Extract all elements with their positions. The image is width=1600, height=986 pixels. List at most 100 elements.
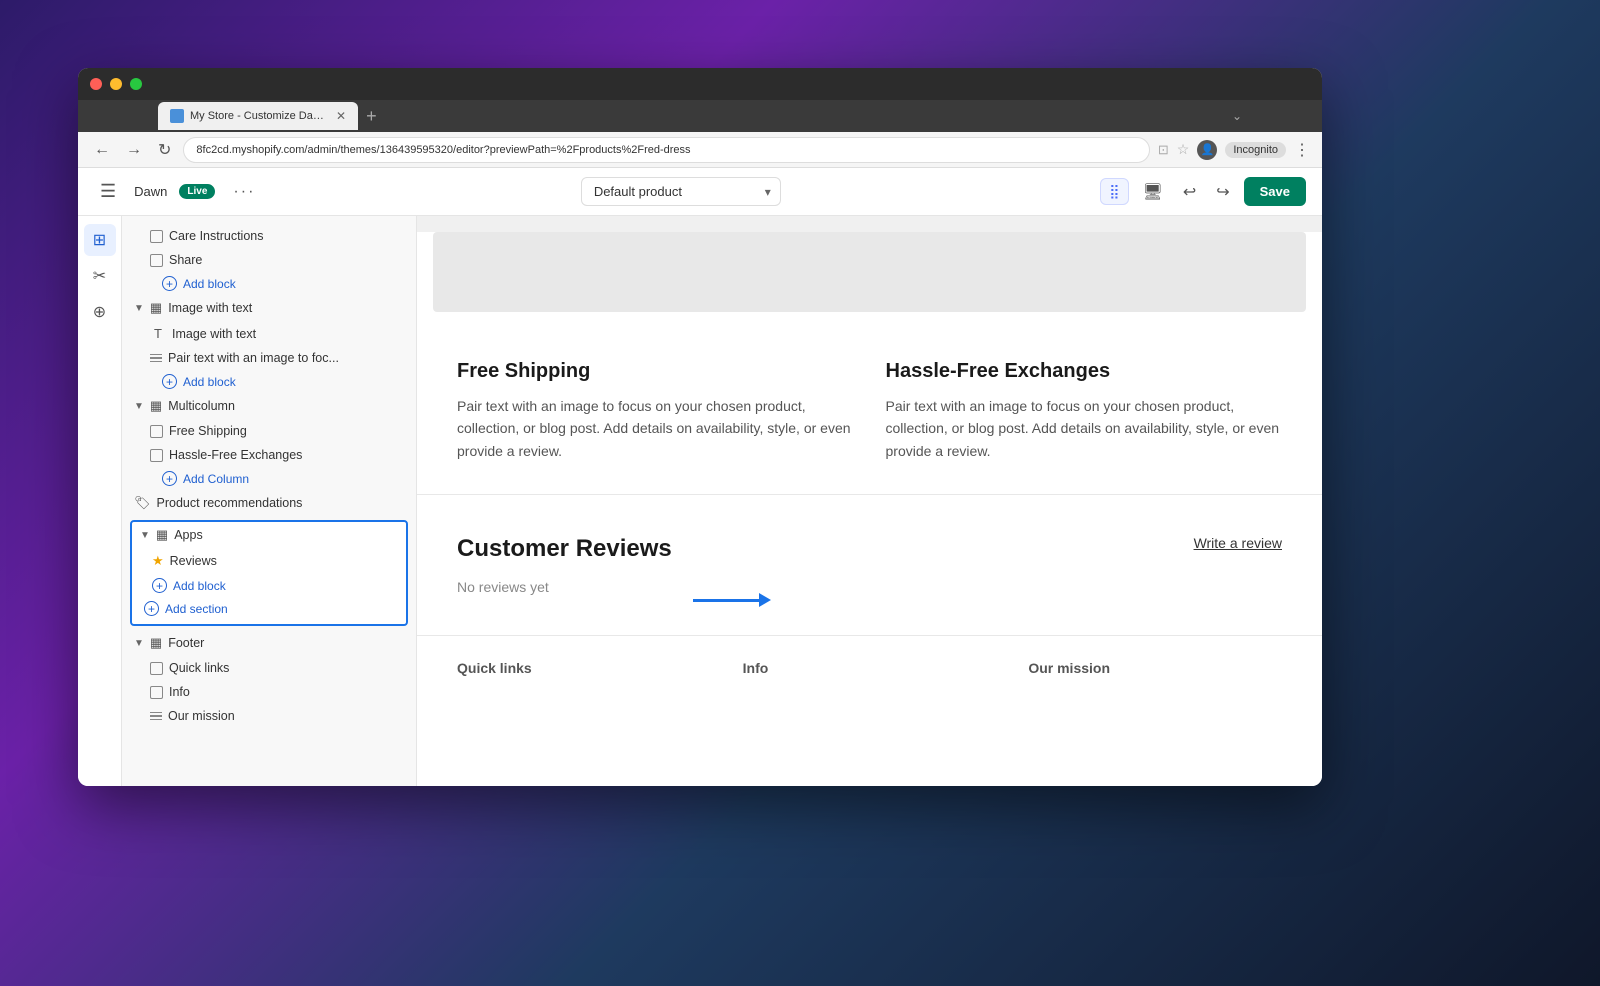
address-bar-icons: ⊡ ☆ 👤 Incognito ⋮ — [1158, 140, 1310, 160]
tree-item-free-shipping[interactable]: Free Shipping — [122, 419, 416, 443]
live-badge: Live — [179, 184, 215, 199]
tree-item-pair-text[interactable]: Pair text with an image to foc... — [122, 346, 416, 370]
tree-item-image-with-text-parent[interactable]: ▼ ▦ Image with text — [122, 295, 416, 321]
tab-bar: My Store - Customize Dawn · S ✕ + ⌄ — [78, 100, 1322, 132]
tab-overflow[interactable]: ⌄ — [1232, 109, 1242, 123]
minimize-button[interactable] — [110, 78, 122, 90]
tree-item-hassle-free[interactable]: Hassle-Free Exchanges — [122, 443, 416, 467]
sections-icon-button[interactable]: ⊞ — [84, 224, 116, 256]
pair-text-label: Pair text with an image to foc... — [168, 351, 404, 365]
add-block-2-label: Add block — [183, 375, 236, 389]
image-placeholder — [433, 232, 1306, 312]
quick-links-label: Quick links — [169, 661, 404, 675]
lines-icon — [150, 354, 162, 363]
save-button[interactable]: Save — [1244, 177, 1306, 206]
toolbar-right: ⣿ 🖥 ↩ ↪ Save — [1100, 177, 1306, 206]
menu-icon[interactable]: ⋮ — [1294, 140, 1310, 160]
free-shipping-col: Free Shipping Pair text with an image to… — [457, 360, 854, 462]
redo-button[interactable]: ↪ — [1210, 178, 1235, 206]
active-tab[interactable]: My Store - Customize Dawn · S ✕ — [158, 102, 358, 130]
add-block-apps-button[interactable]: + Add block — [132, 574, 406, 597]
footer-chevron-icon: ▼ — [134, 638, 144, 649]
arrow-indicator — [693, 585, 773, 615]
share-empty-box-icon — [150, 254, 163, 267]
tree-item-share[interactable]: Share — [122, 248, 416, 272]
toolbar-center: Default product Custom product — [273, 177, 1088, 206]
tree-item-multicolumn-parent[interactable]: ▼ ▦ Multicolumn — [122, 393, 416, 419]
refresh-button[interactable]: ↻ — [154, 138, 175, 162]
share-label: Share — [169, 253, 404, 267]
bookmark-icon[interactable]: ☆ — [1177, 141, 1190, 158]
theme-name: Dawn — [134, 184, 167, 199]
multicolumn-grid-icon: ▦ — [150, 398, 162, 414]
preview-select[interactable]: Default product Custom product — [581, 177, 781, 206]
back-button[interactable]: ← — [90, 139, 114, 161]
undo-button[interactable]: ↩ — [1177, 178, 1202, 206]
tree-item-info[interactable]: Info — [122, 680, 416, 704]
add-section-button[interactable]: + Add section — [132, 597, 406, 624]
reviews-label: Reviews — [170, 554, 398, 568]
main-content-area: Free Shipping Pair text with an image to… — [417, 216, 1322, 786]
no-reviews-text: No reviews yet — [457, 579, 1282, 595]
write-review-link[interactable]: Write a review — [1194, 535, 1282, 551]
editor-toolbar: ☰ Dawn Live ··· Default product Custom p… — [78, 168, 1322, 216]
profile-icon: 👤 — [1197, 140, 1217, 160]
footer-columns: Quick links Info Our mission — [457, 660, 1282, 676]
new-tab-button[interactable]: + — [358, 106, 385, 127]
info-box-icon — [150, 686, 163, 699]
tree-item-reviews[interactable]: ★ Reviews — [132, 548, 406, 574]
preview-select-wrapper: Default product Custom product — [581, 177, 781, 206]
footer-col-1: Quick links — [457, 660, 711, 676]
footer-label: Footer — [168, 636, 404, 650]
tab-close-icon[interactable]: ✕ — [336, 109, 346, 123]
apps-icon-button[interactable]: ⊕ — [84, 296, 116, 328]
themes-icon-button[interactable]: ✂ — [84, 260, 116, 292]
add-block-2-button[interactable]: + Add block — [122, 370, 416, 393]
tree-item-our-mission[interactable]: Our mission — [122, 704, 416, 728]
close-button[interactable] — [90, 78, 102, 90]
quick-links-box-icon — [150, 662, 163, 675]
incognito-label: Incognito — [1225, 142, 1286, 158]
footer-grid-icon: ▦ — [150, 635, 162, 651]
tree-item-product-recommendations[interactable]: 🏷 Product recommendations — [122, 490, 416, 516]
arrow-shaft — [693, 599, 763, 602]
add-section-icon: + — [144, 601, 159, 616]
sidebar-toggle-button[interactable]: ☰ — [94, 177, 122, 206]
free-shipping-label: Free Shipping — [169, 424, 404, 438]
hassle-free-title: Hassle-Free Exchanges — [886, 360, 1283, 383]
address-input[interactable] — [183, 137, 1149, 163]
section-tree: Care Instructions Share + Add block ▼ ▦ … — [122, 216, 416, 736]
more-options-button[interactable]: ··· — [227, 181, 261, 203]
hassle-free-col: Hassle-Free Exchanges Pair text with an … — [886, 360, 1283, 462]
tree-item-footer-parent[interactable]: ▼ ▦ Footer — [122, 630, 416, 656]
grid-view-button[interactable]: ⣿ — [1100, 178, 1128, 205]
add-column-button[interactable]: + Add Column — [122, 467, 416, 490]
tree-item-apps-parent[interactable]: ▼ ▦ Apps — [132, 522, 406, 548]
tree-item-care-instructions[interactable]: Care Instructions — [122, 224, 416, 248]
apps-grid-icon: ▦ — [156, 527, 168, 543]
sidebar-icon-strip: ⊞ ✂ ⊕ — [78, 216, 122, 786]
reviews-title: Customer Reviews — [457, 535, 1282, 563]
hassle-free-label: Hassle-Free Exchanges — [169, 448, 404, 462]
image-with-text-child-label: Image with text — [172, 327, 404, 341]
apps-chevron-icon: ▼ — [140, 530, 150, 541]
tree-item-image-with-text-child[interactable]: T Image with text — [122, 321, 416, 346]
tree-item-quick-links[interactable]: Quick links — [122, 656, 416, 680]
desktop-preview-button[interactable]: 🖥 — [1137, 178, 1169, 206]
hassle-free-body: Pair text with an image to focus on your… — [886, 395, 1283, 462]
multicolumn-chevron-icon: ▼ — [134, 401, 144, 412]
two-column-section: Free Shipping Pair text with an image to… — [417, 328, 1322, 494]
add-block-1-button[interactable]: + Add block — [122, 272, 416, 295]
product-recommendations-label: Product recommendations — [157, 496, 404, 510]
free-shipping-title: Free Shipping — [457, 360, 854, 383]
reviews-star-icon: ★ — [152, 553, 164, 569]
add-block-1-label: Add block — [183, 277, 236, 291]
tab-favicon — [170, 109, 184, 123]
add-block-apps-icon: + — [152, 578, 167, 593]
add-column-icon: + — [162, 471, 177, 486]
fullscreen-button[interactable] — [130, 78, 142, 90]
footer-preview: Quick links Info Our mission — [417, 635, 1322, 700]
address-bar: ← → ↻ ⊡ ☆ 👤 Incognito ⋮ — [78, 132, 1322, 168]
forward-button[interactable]: → — [122, 139, 146, 161]
product-tag-icon: 🏷 — [134, 495, 151, 511]
